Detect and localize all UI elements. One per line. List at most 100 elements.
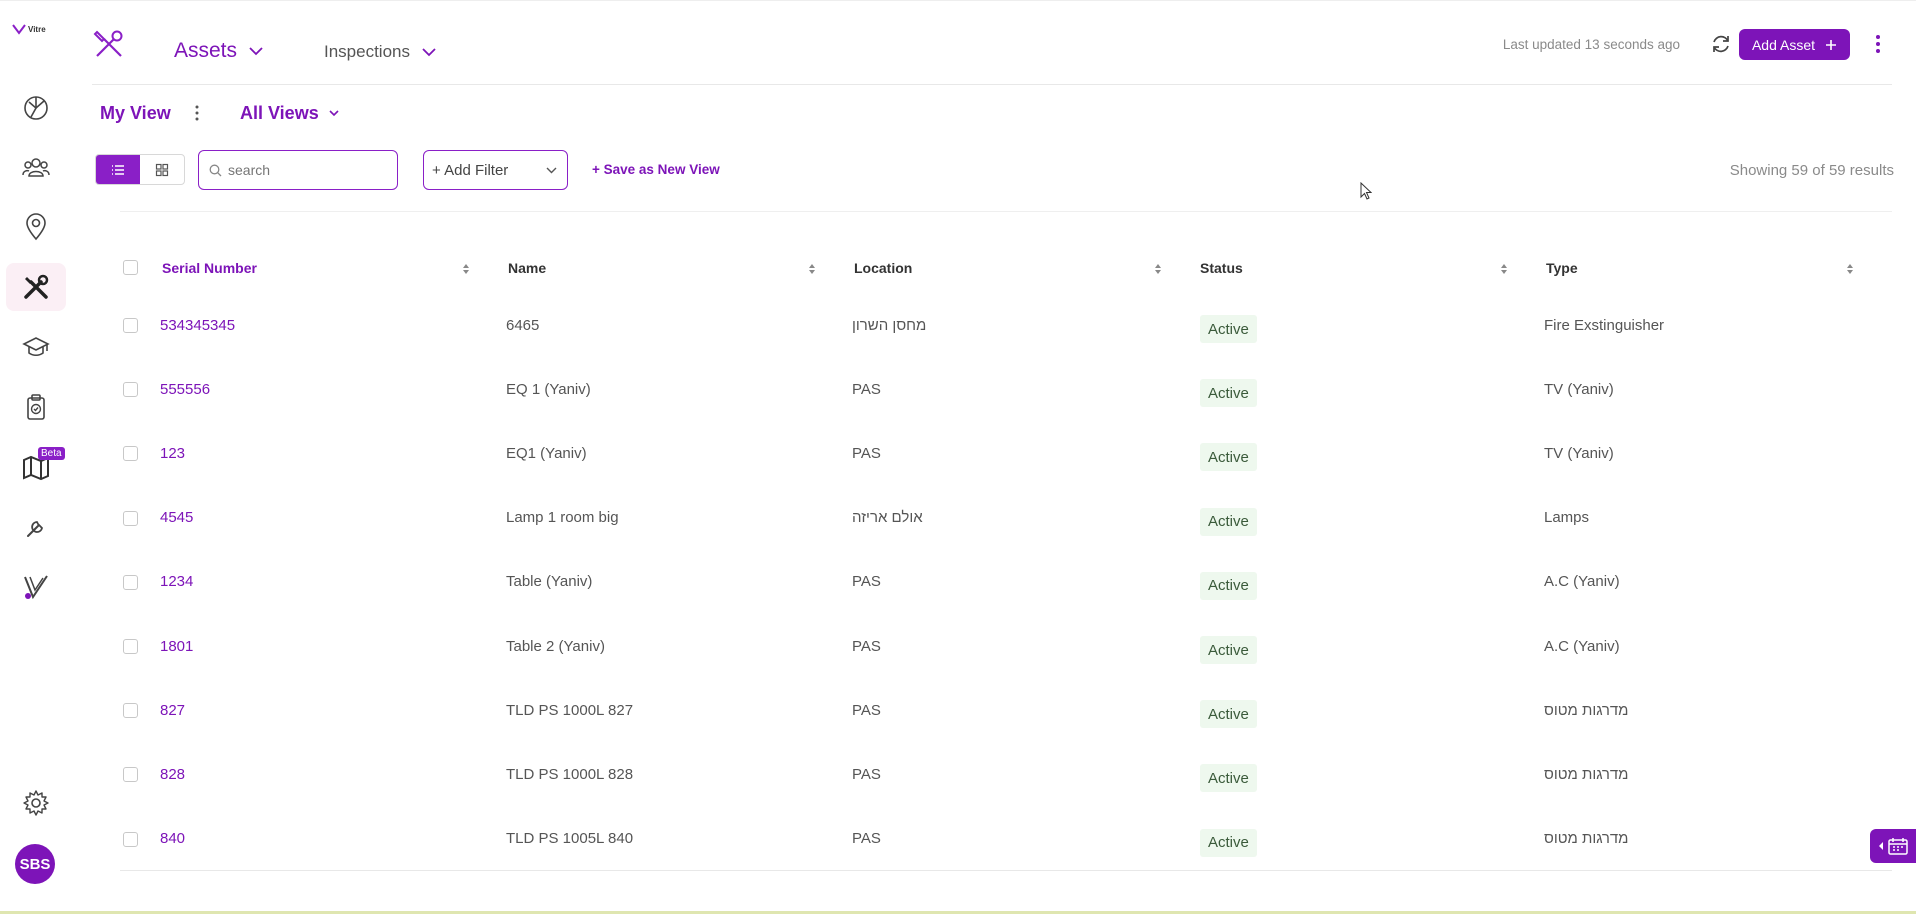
cell-type: TV (Yaniv) [1544,444,1614,462]
assets-table: Serial Number Name Location Status Type … [120,211,1892,871]
cell-location: PAS [852,830,881,848]
add-filter-label: + Add Filter [432,161,509,179]
cell-serial-number[interactable]: 1801 [160,631,193,661]
sort-icon[interactable] [1154,262,1162,276]
beta-badge: Beta [38,447,65,460]
cell-type: A.C (Yaniv) [1544,637,1620,655]
save-as-new-view-link[interactable]: + Save as New View [592,162,720,177]
sidebar-item-vitre[interactable] [6,563,66,611]
sidebar-item-locations[interactable] [6,203,66,251]
all-views-dropdown[interactable]: All Views [240,103,339,124]
app-frame: Vitre Beta SBS Assets Inspections Last u… [0,0,1916,914]
my-view-tab[interactable]: My View [100,103,171,124]
status-badge: Active [1200,443,1257,472]
sidebar-item-dashboard[interactable] [6,83,66,131]
row-checkbox[interactable] [123,510,138,526]
tools-module-icon [93,30,123,57]
sidebar-item-settings[interactable] [6,779,66,827]
row-checkbox[interactable] [123,382,138,398]
view-options-icon[interactable] [194,104,200,122]
search-input[interactable] [228,162,388,178]
column-header-status[interactable]: Status [1200,248,1243,288]
status-badge: Active [1200,315,1257,343]
more-options-icon[interactable] [1874,33,1882,55]
table-row[interactable]: 828 TLD PS 1000L 828 PAS Active מדרגות מטוס [120,759,1892,823]
add-asset-button[interactable]: Add Asset [1739,29,1850,60]
table-row[interactable]: 840 TLD PS 1005L 840 PAS Active מדרגות מטוס [120,824,1892,888]
tab-assets[interactable]: Assets [174,39,263,63]
cell-serial-number[interactable]: 1234 [160,567,193,597]
app-logo[interactable]: Vitre [12,23,46,35]
chevron-left-icon [1879,842,1883,850]
chevron-down-icon [422,47,436,56]
sort-icon[interactable] [1500,262,1508,276]
sidebar-item-maintenance[interactable] [6,503,66,551]
header: Assets Inspections Last updated 13 secon… [92,1,1892,85]
sidebar-item-people[interactable] [6,143,66,191]
cell-location: PAS [852,380,881,398]
row-checkbox[interactable] [123,831,138,847]
row-checkbox[interactable] [123,639,138,654]
last-updated-label: Last updated [1502,37,1581,52]
select-all-checkbox[interactable] [123,260,138,275]
status-badge: Active [1200,379,1257,408]
cell-serial-number[interactable]: 4545 [160,503,193,533]
column-header-name[interactable]: Name [508,248,546,288]
cell-serial-number[interactable]: 123 [160,438,185,468]
sidebar-item-training[interactable] [6,323,66,371]
pie-chart-icon [24,96,48,120]
tab-inspections-label: Inspections [324,42,410,61]
status-badge: Active [1200,571,1257,600]
refresh-icon[interactable] [1710,33,1732,55]
cell-serial-number[interactable]: 840 [160,824,185,854]
graduation-cap-icon [22,337,50,357]
sidebar-item-maps[interactable]: Beta [6,443,66,491]
cell-name: 6465 [506,316,540,334]
logo-mark-icon [12,24,26,35]
grid-view-button[interactable] [140,155,184,184]
plus-icon [1826,39,1837,50]
table-row[interactable]: 4545 Lamp 1 room big אולם אריזה Active Lamps [120,503,1892,567]
row-checkbox[interactable] [123,574,138,590]
table-row[interactable]: 827 TLD PS 1000L 827 PAS Active מדרגות מטוס [120,695,1892,759]
grid-icon [155,163,169,176]
row-checkbox[interactable] [123,703,138,719]
column-header-serial-number[interactable]: Serial Number [162,248,257,288]
sort-icon[interactable] [808,262,816,276]
cell-serial-number[interactable]: 827 [160,695,185,725]
table-row[interactable]: 1234 Table (Yaniv) PAS Active A.C (Yaniv) [120,567,1892,631]
status-badge: Active [1200,700,1257,729]
row-checkbox[interactable] [123,767,138,783]
table-row[interactable]: 1801 Table 2 (Yaniv) PAS Active A.C (Yaniv) [120,631,1892,695]
cell-serial-number[interactable]: 828 [160,759,185,789]
row-checkbox[interactable] [123,446,138,462]
add-filter-dropdown[interactable]: + Add Filter [423,150,568,190]
vitre-v-icon [24,575,48,600]
cell-serial-number[interactable]: 555556 [160,374,210,404]
cell-serial-number[interactable]: 534345345 [160,310,235,340]
status-badge: Active [1200,828,1257,857]
chevron-down-icon [249,46,263,55]
add-asset-label: Add Asset [1751,36,1816,53]
cell-type: מדרגות מטוס [1544,701,1629,719]
sidebar-item-tasks[interactable] [6,383,66,431]
table-row[interactable]: 123 EQ1 (Yaniv) PAS Active TV (Yaniv) [120,438,1892,502]
cell-location: PAS [852,444,881,462]
column-header-type[interactable]: Type [1546,248,1578,288]
cell-name: EQ1 (Yaniv) [506,444,587,462]
table-row[interactable]: 534345345 6465 מחסן השרון Active Fire Exstin… [120,310,1892,374]
cell-location: PAS [852,637,881,655]
column-header-location[interactable]: Location [854,248,912,288]
sort-icon[interactable] [1846,262,1854,276]
sort-icon[interactable] [462,262,470,276]
row-checkbox[interactable] [123,318,138,333]
sidebar-item-assets[interactable] [6,263,66,311]
tab-inspections[interactable]: Inspections [324,42,436,62]
gear-icon [23,790,49,816]
cell-name: EQ 1 (Yaniv) [506,380,591,398]
calendar-panel-toggle[interactable] [1870,829,1916,863]
avatar[interactable]: SBS [15,844,55,884]
table-row[interactable]: 555556 EQ 1 (Yaniv) PAS Active TV (Yaniv) [120,374,1892,438]
cell-location: PAS [852,573,881,591]
list-view-button[interactable] [96,155,140,184]
